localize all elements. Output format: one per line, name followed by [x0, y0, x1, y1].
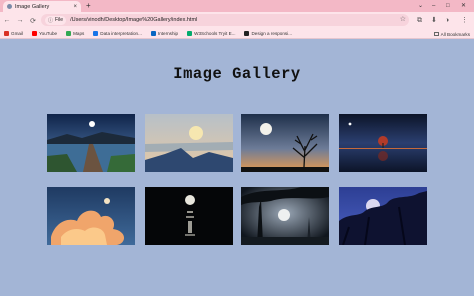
bookmark-w3schools[interactable]: W3Schools Tryit E...	[187, 31, 235, 36]
reload-icon[interactable]: ⟳	[27, 17, 39, 25]
site-info-label: File	[55, 17, 64, 23]
moonlit-tree-branches-photo[interactable]	[339, 187, 427, 245]
bookmark-page-icon	[93, 31, 99, 36]
bookmark-youtube[interactable]: YouTube	[32, 31, 57, 36]
folder-icon	[433, 32, 439, 36]
menu-icon[interactable]: ⋮	[461, 12, 468, 29]
page-title: Image Gallery	[173, 65, 301, 83]
misty-forest-moon-photo[interactable]	[241, 187, 329, 245]
maps-icon	[66, 31, 72, 36]
bookmark-maps[interactable]: Maps	[66, 31, 84, 36]
tab-title: Image Gallery	[15, 3, 50, 10]
orange-clouds-moon-photo[interactable]	[47, 187, 135, 245]
all-bookmarks-button[interactable]: All Bookmarks	[433, 29, 470, 39]
w3schools-icon	[187, 31, 193, 36]
mountain-moonrise-photo[interactable]	[145, 114, 233, 172]
orange-clouds-moon-image	[47, 187, 135, 245]
browser-toolbar: ← → ⟳ ⓘ File /Users/vinodh/Desktop/Image…	[0, 12, 474, 29]
forward-icon[interactable]: →	[14, 17, 26, 24]
bookmark-star-icon[interactable]: ☆	[400, 15, 406, 23]
bookmark-design-responsive[interactable]: Design a responsi...	[244, 31, 292, 36]
bookmarks-bar: Gmail YouTube Maps Data interpretation..…	[0, 29, 474, 39]
page-content: Image Gallery	[0, 40, 474, 296]
back-icon[interactable]: ←	[1, 17, 13, 24]
bare-tree-moon-image	[241, 114, 329, 172]
moonlit-tree-branches-image	[339, 187, 427, 245]
bookmark-gmail[interactable]: Gmail	[4, 31, 23, 36]
address-bar[interactable]: ⓘ File /Users/vinodh/Desktop/Image%20Gal…	[41, 14, 409, 26]
tab-search-icon[interactable]: ⌄	[418, 1, 423, 11]
download-icon[interactable]: ⬇	[431, 12, 437, 29]
gmail-icon	[4, 31, 9, 36]
bookmark-page-icon	[244, 31, 250, 36]
moon-over-sea-photo[interactable]	[145, 187, 233, 245]
tab-bar: Image Gallery × + ⌄ – □ ✕	[0, 0, 474, 12]
tab-close-icon[interactable]: ×	[73, 4, 77, 10]
site-info-chip[interactable]: ⓘ File	[45, 15, 67, 25]
extensions-icon[interactable]: ⧉	[417, 12, 422, 29]
linkedin-icon	[150, 31, 156, 36]
globe-icon	[7, 4, 12, 9]
maximize-button[interactable]: □	[446, 1, 450, 11]
misty-forest-moon-image	[241, 187, 329, 245]
bare-tree-moon-photo[interactable]	[241, 114, 329, 172]
minimize-button[interactable]: –	[432, 1, 435, 11]
close-window-button[interactable]: ✕	[461, 1, 466, 11]
profile-icon[interactable]: ◑	[445, 12, 449, 29]
bookmark-data-interpretation[interactable]: Data interpretation...	[93, 31, 142, 36]
pier-moon-photo[interactable]	[47, 114, 135, 172]
mountain-moonrise-image	[145, 114, 233, 172]
lake-tree-reflection-photo[interactable]	[339, 114, 427, 172]
lake-tree-reflection-image	[339, 114, 427, 172]
tab-image-gallery[interactable]: Image Gallery ×	[3, 1, 81, 12]
pier-moon-image	[47, 114, 135, 172]
new-tab-button[interactable]: +	[86, 1, 91, 11]
url-text[interactable]: /Users/vinodh/Desktop/Image%20Gallery/in…	[70, 17, 197, 23]
moon-over-sea-image	[145, 187, 233, 245]
youtube-icon	[32, 31, 37, 36]
bookmark-internship[interactable]: Internship	[150, 31, 178, 36]
info-icon: ⓘ	[48, 17, 54, 24]
